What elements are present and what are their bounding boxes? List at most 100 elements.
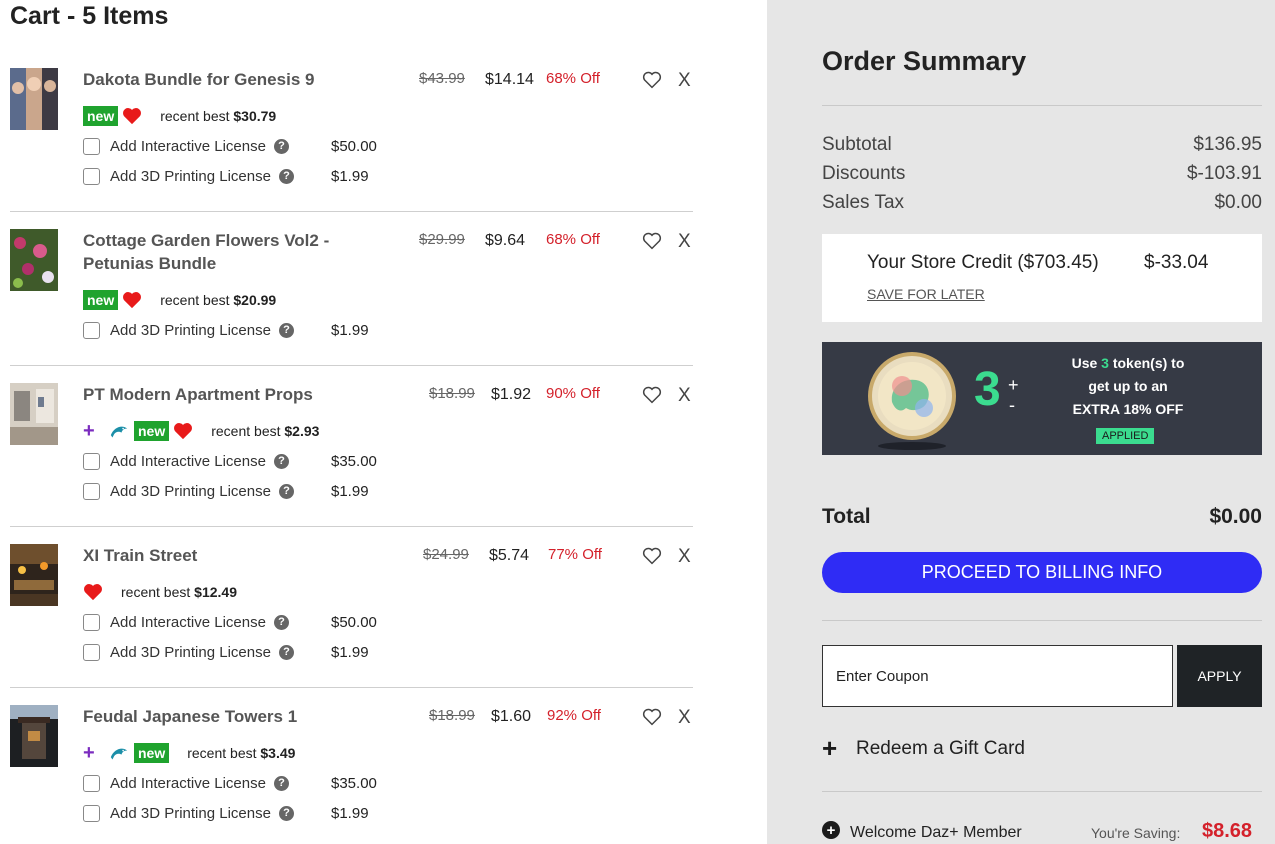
new-badge: new bbox=[83, 290, 119, 310]
sale-price: $5.74 bbox=[489, 547, 530, 564]
plus-icon: + bbox=[822, 733, 838, 763]
product-thumbnail[interactable] bbox=[10, 383, 58, 445]
product-thumbnail[interactable] bbox=[10, 68, 58, 130]
order-summary-panel: Order Summary Subtotal $136.95 Discounts… bbox=[767, 0, 1275, 844]
subtotal-label: Subtotal bbox=[822, 134, 892, 155]
license-price: $1.99 bbox=[331, 322, 369, 339]
help-icon[interactable]: ? bbox=[273, 775, 289, 791]
remove-item-button[interactable]: X bbox=[678, 70, 691, 92]
product-name[interactable]: Feudal Japanese Towers 1 bbox=[83, 705, 383, 728]
license-checkbox[interactable] bbox=[83, 774, 100, 792]
license-option: Add 3D Printing License ? $1.99 bbox=[83, 481, 369, 501]
token-increase-button[interactable]: + bbox=[1008, 375, 1019, 396]
cart-item: PT Modern Apartment Props $18.99 $1.92 9… bbox=[10, 366, 693, 527]
remove-item-button[interactable]: X bbox=[678, 546, 691, 568]
discount-percent: 92% Off bbox=[547, 707, 601, 724]
wishlist-heart-icon[interactable] bbox=[642, 71, 662, 89]
license-checkbox[interactable] bbox=[83, 643, 100, 661]
badge-row: + new recent best $3.49 bbox=[83, 742, 295, 764]
license-price: $50.00 bbox=[331, 614, 377, 631]
plus-circle-icon[interactable]: + bbox=[822, 821, 840, 839]
total-value: $0.00 bbox=[1209, 505, 1262, 528]
product-thumbnail[interactable] bbox=[10, 229, 58, 291]
recent-best: recent best $30.79 bbox=[160, 108, 277, 124]
product-name[interactable]: Cottage Garden Flowers Vol2 - Petunias B… bbox=[83, 229, 383, 275]
member-savings-row: + Welcome Daz+ Member You're Saving: $8.… bbox=[822, 820, 1262, 844]
product-name[interactable]: Dakota Bundle for Genesis 9 bbox=[83, 68, 383, 91]
license-option: Add Interactive License ? $35.00 bbox=[83, 773, 377, 793]
sale-price: $9.64 bbox=[485, 232, 526, 249]
license-checkbox[interactable] bbox=[83, 167, 100, 185]
total-row: Total $0.00 bbox=[822, 505, 1262, 529]
license-label: Add 3D Printing License bbox=[110, 804, 271, 822]
store-credit-box: Your Store Credit ($703.45) $-33.04 SAVE… bbox=[822, 234, 1262, 322]
license-label: Add 3D Printing License bbox=[110, 643, 271, 661]
save-for-later-link[interactable]: SAVE FOR LATER bbox=[867, 286, 985, 302]
original-price: $43.99 bbox=[419, 70, 465, 87]
remove-item-button[interactable]: X bbox=[678, 385, 691, 407]
dolphin-icon bbox=[110, 426, 128, 438]
member-label[interactable]: Welcome Daz+ Member bbox=[850, 824, 1022, 842]
token-banner: 3 + - Use 3 token(s) to get up to an EXT… bbox=[822, 342, 1262, 455]
license-price: $35.00 bbox=[331, 775, 377, 792]
license-label: Add Interactive License bbox=[110, 452, 266, 470]
token-decrease-button[interactable]: - bbox=[1009, 395, 1015, 416]
help-icon[interactable]: ? bbox=[278, 168, 294, 184]
recent-best: recent best $20.99 bbox=[160, 292, 277, 308]
help-icon[interactable]: ? bbox=[273, 614, 289, 630]
help-icon[interactable]: ? bbox=[278, 483, 294, 499]
license-checkbox[interactable] bbox=[83, 321, 100, 339]
license-price: $1.99 bbox=[331, 168, 369, 185]
product-thumbnail[interactable] bbox=[10, 705, 58, 767]
license-checkbox[interactable] bbox=[83, 452, 100, 470]
gift-card-label: Redeem a Gift Card bbox=[856, 737, 1025, 759]
sales-tax-label: Sales Tax bbox=[822, 192, 905, 213]
cart-item: Cottage Garden Flowers Vol2 - Petunias B… bbox=[10, 212, 693, 366]
wishlist-heart-icon[interactable] bbox=[642, 708, 662, 726]
license-checkbox[interactable] bbox=[83, 137, 100, 155]
coupon-input[interactable] bbox=[822, 645, 1173, 707]
remove-item-button[interactable]: X bbox=[678, 231, 691, 253]
license-checkbox[interactable] bbox=[83, 482, 100, 500]
wishlist-heart-icon[interactable] bbox=[642, 386, 662, 404]
proceed-to-billing-button[interactable]: PROCEED TO BILLING INFO bbox=[822, 552, 1262, 593]
license-label: Add Interactive License bbox=[110, 137, 266, 155]
subtotal-row: Subtotal $136.95 bbox=[822, 134, 1262, 156]
token-applied-badge: APPLIED bbox=[1096, 428, 1155, 444]
redeem-gift-card-button[interactable]: + Redeem a Gift Card bbox=[822, 733, 1025, 764]
license-checkbox[interactable] bbox=[83, 804, 100, 822]
help-icon[interactable]: ? bbox=[278, 805, 294, 821]
remove-item-button[interactable]: X bbox=[678, 707, 691, 729]
discount-percent: 68% Off bbox=[546, 70, 600, 87]
cart-panel: Cart - 5 Items Dakota Bundle for Genesis… bbox=[0, 0, 767, 844]
sales-tax-row: Sales Tax $0.00 bbox=[822, 192, 1262, 214]
wishlist-heart-icon[interactable] bbox=[642, 547, 662, 565]
license-option: Add Interactive License ? $50.00 bbox=[83, 136, 377, 156]
product-name[interactable]: PT Modern Apartment Props bbox=[83, 383, 383, 406]
product-thumbnail[interactable] bbox=[10, 544, 58, 606]
discounts-row: Discounts $-103.91 bbox=[822, 163, 1262, 185]
apply-coupon-button[interactable]: APPLY bbox=[1177, 645, 1262, 707]
store-credit-label: Your Store Credit ($703.45) bbox=[867, 252, 1099, 273]
help-icon[interactable]: ? bbox=[273, 453, 289, 469]
license-checkbox[interactable] bbox=[83, 613, 100, 631]
help-icon[interactable]: ? bbox=[278, 322, 294, 338]
badge-row: new recent best $30.79 bbox=[83, 105, 276, 127]
subtotal-value: $136.95 bbox=[1193, 134, 1262, 155]
new-badge: new bbox=[83, 106, 119, 126]
discount-percent: 77% Off bbox=[548, 546, 602, 563]
license-label: Add Interactive License bbox=[110, 613, 266, 631]
product-name[interactable]: XI Train Street bbox=[83, 544, 383, 567]
store-credit-amount: $-33.04 bbox=[1144, 252, 1209, 273]
sale-price: $1.60 bbox=[491, 708, 532, 725]
new-badge: new bbox=[134, 421, 170, 441]
wishlist-heart-icon[interactable] bbox=[642, 232, 662, 250]
license-price: $50.00 bbox=[331, 138, 377, 155]
cart-item: Dakota Bundle for Genesis 9 $43.99 $14.1… bbox=[10, 52, 693, 212]
sales-tax-value: $0.00 bbox=[1214, 192, 1262, 213]
heart-icon bbox=[174, 423, 193, 440]
help-icon[interactable]: ? bbox=[273, 138, 289, 154]
help-icon[interactable]: ? bbox=[278, 644, 294, 660]
recent-best: recent best $12.49 bbox=[121, 584, 237, 600]
daz-plus-icon: + bbox=[83, 742, 95, 764]
